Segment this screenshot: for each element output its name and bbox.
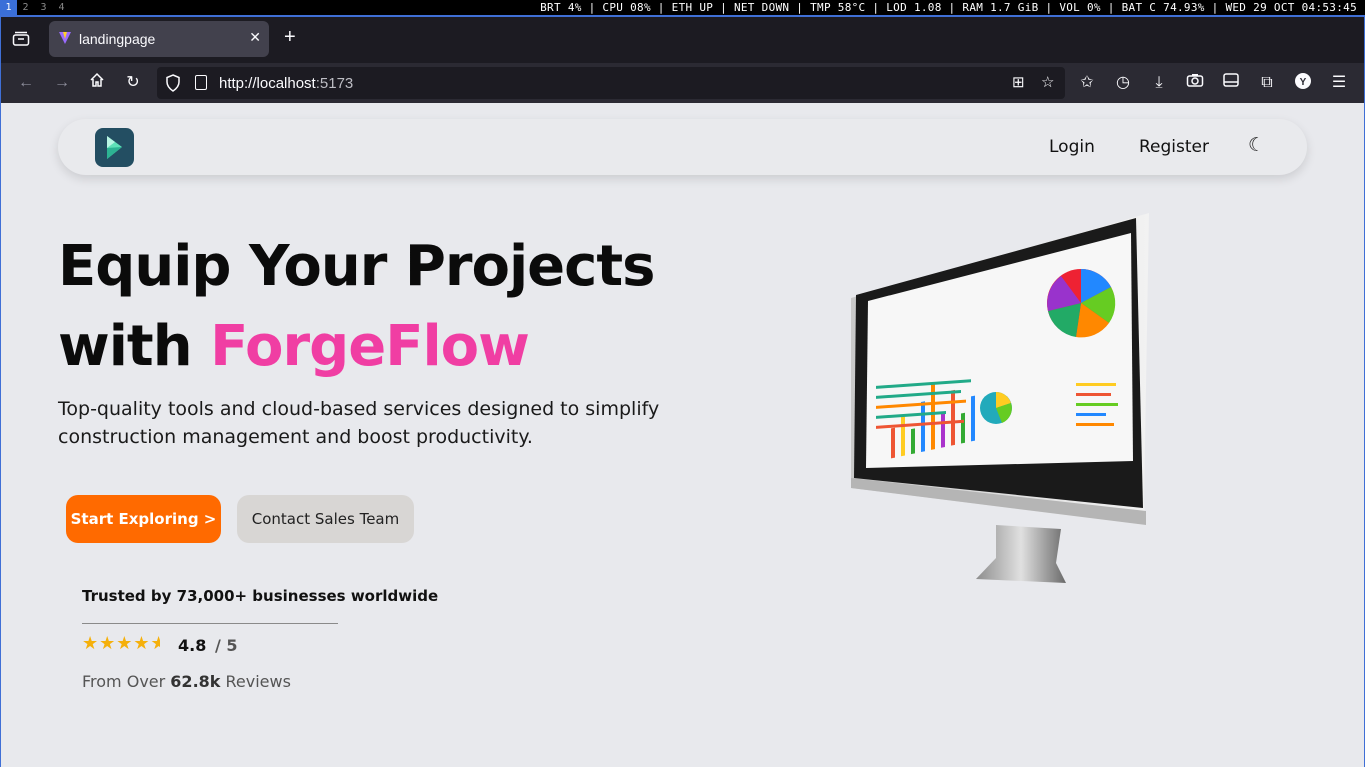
hero-title-line1: Equip Your Projects bbox=[58, 234, 655, 299]
rating-stars-icon: ★★★★★ bbox=[82, 633, 160, 653]
browser-window: landingpage ✕ + ← → ↻ http://localhost:5… bbox=[0, 15, 1365, 767]
login-link[interactable]: Login bbox=[1049, 137, 1095, 157]
register-link[interactable]: Register bbox=[1139, 137, 1209, 157]
workspace-2[interactable]: 2 bbox=[17, 0, 34, 15]
downloads-icon[interactable]: ⤓ bbox=[1148, 72, 1170, 94]
forgeflow-logo[interactable] bbox=[95, 128, 134, 167]
navigation-toolbar: ← → ↻ http://localhost:5173 ⊞ ☆ ✩ ◷ ⤓ ⧉ … bbox=[1, 63, 1364, 103]
page-info-icon[interactable] bbox=[195, 75, 207, 90]
bookmark-star-icon[interactable]: ☆ bbox=[1041, 73, 1054, 91]
start-exploring-button[interactable]: Start Exploring > bbox=[66, 495, 221, 543]
translate-icon[interactable]: ⊞ bbox=[1012, 73, 1025, 91]
workspace-1[interactable]: 1 bbox=[0, 0, 17, 15]
hero-title-with: with bbox=[58, 314, 211, 379]
extensions-icon[interactable]: ⧉ bbox=[1256, 72, 1278, 94]
forward-icon[interactable]: → bbox=[51, 72, 73, 94]
history-icon[interactable]: ◷ bbox=[1112, 72, 1134, 94]
hero-title-brand: ForgeFlow bbox=[210, 314, 530, 379]
site-header: Login Register ☾ bbox=[58, 119, 1307, 175]
back-icon[interactable]: ← bbox=[15, 72, 37, 94]
rating-max: / 5 bbox=[215, 636, 238, 655]
svg-text:Y: Y bbox=[1300, 77, 1307, 88]
trusted-headline: Trusted by 73,000+ businesses worldwide bbox=[82, 587, 439, 605]
theme-toggle-moon-icon[interactable]: ☾ bbox=[1248, 134, 1265, 157]
tab-overview-icon[interactable] bbox=[11, 31, 31, 49]
reload-icon[interactable]: ↻ bbox=[122, 72, 144, 94]
dashboard-monitor-image bbox=[851, 213, 1149, 583]
page-viewport: Login Register ☾ Equip Your Projects wit… bbox=[1, 103, 1364, 767]
home-icon[interactable] bbox=[86, 72, 108, 94]
tracking-protection-icon[interactable] bbox=[165, 74, 181, 92]
url-bar[interactable]: http://localhost:5173 ⊞ ☆ bbox=[157, 67, 1065, 99]
close-tab-icon[interactable]: ✕ bbox=[249, 29, 261, 46]
hero-title: Equip Your Projects with ForgeFlow bbox=[58, 227, 655, 387]
reviews-count: From Over 62.8k Reviews bbox=[82, 672, 291, 691]
workspace-4[interactable]: 4 bbox=[53, 0, 70, 15]
sidebar-icon[interactable] bbox=[1220, 72, 1242, 94]
url-text[interactable]: http://localhost:5173 bbox=[219, 75, 353, 92]
new-tab-button[interactable]: + bbox=[284, 26, 296, 49]
hero-subtitle: Top-quality tools and cloud-based servic… bbox=[58, 398, 660, 448]
bookmarks-icon[interactable]: ✩ bbox=[1076, 72, 1098, 94]
tab-landingpage[interactable]: landingpage ✕ bbox=[49, 21, 269, 57]
workspace-3[interactable]: 3 bbox=[35, 0, 52, 15]
account-icon[interactable]: Y bbox=[1292, 72, 1314, 94]
trust-divider bbox=[82, 623, 338, 624]
tab-bar: landingpage ✕ + bbox=[1, 17, 1364, 63]
vite-favicon-icon bbox=[59, 32, 71, 44]
menu-icon[interactable]: ☰ bbox=[1328, 72, 1350, 94]
screenshot-icon[interactable] bbox=[1184, 72, 1206, 94]
system-status-bar: 1 2 3 4 BRT 4% | CPU 08% | ETH UP | NET … bbox=[0, 0, 1365, 15]
system-info: BRT 4% | CPU 08% | ETH UP | NET DOWN | T… bbox=[540, 1, 1357, 14]
tab-title: landingpage bbox=[79, 31, 156, 47]
contact-sales-button[interactable]: Contact Sales Team bbox=[237, 495, 414, 543]
rating-value: 4.8 bbox=[178, 636, 207, 655]
